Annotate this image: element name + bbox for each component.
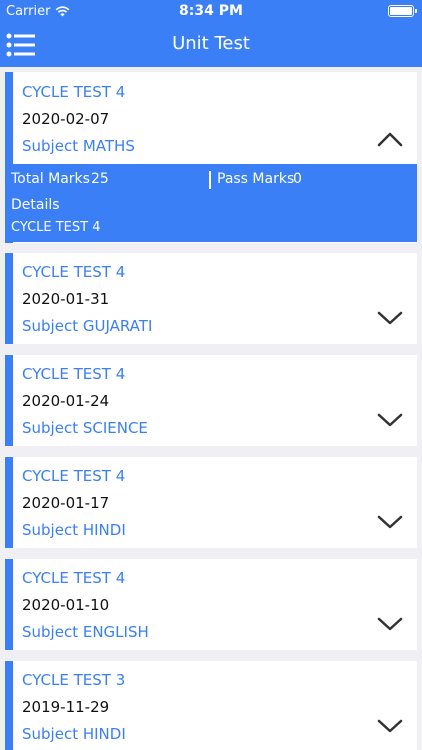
chevron-down-icon[interactable] bbox=[377, 514, 403, 530]
test-subject: Subject SCIENCE bbox=[22, 419, 148, 437]
card-accent-bar bbox=[5, 457, 13, 548]
chevron-up-icon[interactable] bbox=[377, 131, 403, 147]
unit-test-card[interactable]: CYCLE TEST 4 2020-01-24 Subject SCIENCE bbox=[5, 355, 417, 446]
unit-test-card[interactable]: CYCLE TEST 4 2020-01-17 Subject HINDI bbox=[5, 457, 417, 548]
unit-test-card[interactable]: CYCLE TEST 4 2020-01-10 Subject ENGLISH bbox=[5, 559, 417, 650]
chevron-down-icon[interactable] bbox=[377, 718, 403, 734]
status-time: 8:34 PM bbox=[179, 3, 243, 19]
test-date: 2020-01-24 bbox=[22, 392, 110, 410]
test-name: CYCLE TEST 3 bbox=[22, 671, 126, 689]
test-name: CYCLE TEST 4 bbox=[22, 263, 126, 281]
navigation-bar: Carrier 8:34 PM Unit Test bbox=[0, 0, 422, 67]
total-marks-value: 25 bbox=[91, 171, 109, 187]
chevron-down-icon[interactable] bbox=[377, 616, 403, 632]
card-accent-bar bbox=[5, 253, 13, 344]
test-details-panel: Total Marks 25 Pass Marks 0 Details CYCL… bbox=[5, 164, 417, 242]
pass-marks-label: Pass Marks bbox=[217, 171, 295, 187]
chevron-down-icon[interactable] bbox=[377, 310, 403, 326]
details-label: Details bbox=[11, 197, 60, 213]
test-name: CYCLE TEST 4 bbox=[22, 467, 126, 485]
card-accent-bar bbox=[5, 559, 13, 650]
test-subject: Subject HINDI bbox=[22, 725, 126, 743]
pass-marks-value: 0 bbox=[293, 171, 302, 187]
test-date: 2020-01-10 bbox=[22, 596, 110, 614]
card-accent-bar bbox=[5, 355, 13, 446]
unit-test-card[interactable]: CYCLE TEST 3 2019-11-29 Subject HINDI bbox=[5, 661, 417, 750]
details-value: CYCLE TEST 4 bbox=[11, 220, 101, 235]
marks-divider bbox=[209, 171, 211, 189]
test-subject: Subject ENGLISH bbox=[22, 623, 149, 641]
battery-icon bbox=[388, 5, 417, 17]
card-accent-bar bbox=[5, 661, 13, 750]
test-date: 2020-01-17 bbox=[22, 494, 110, 512]
test-subject: Subject HINDI bbox=[22, 521, 126, 539]
status-bar: Carrier 8:34 PM bbox=[0, 0, 422, 22]
test-date: 2019-11-29 bbox=[22, 698, 110, 716]
test-name: CYCLE TEST 4 bbox=[22, 569, 126, 587]
test-subject: Subject GUJARATI bbox=[22, 317, 153, 335]
unit-test-card[interactable]: CYCLE TEST 4 2020-01-31 Subject GUJARATI bbox=[5, 253, 417, 344]
page-title: Unit Test bbox=[172, 33, 250, 54]
test-name: CYCLE TEST 4 bbox=[22, 83, 126, 101]
unit-test-card[interactable]: CYCLE TEST 4 2020-02-07 Subject MATHS To… bbox=[5, 72, 417, 243]
test-subject: Subject MATHS bbox=[22, 137, 135, 155]
test-date: 2020-01-31 bbox=[22, 290, 110, 308]
total-marks-label: Total Marks bbox=[11, 171, 90, 187]
test-name: CYCLE TEST 4 bbox=[22, 365, 126, 383]
chevron-down-icon[interactable] bbox=[377, 412, 403, 428]
test-date: 2020-02-07 bbox=[22, 110, 110, 128]
